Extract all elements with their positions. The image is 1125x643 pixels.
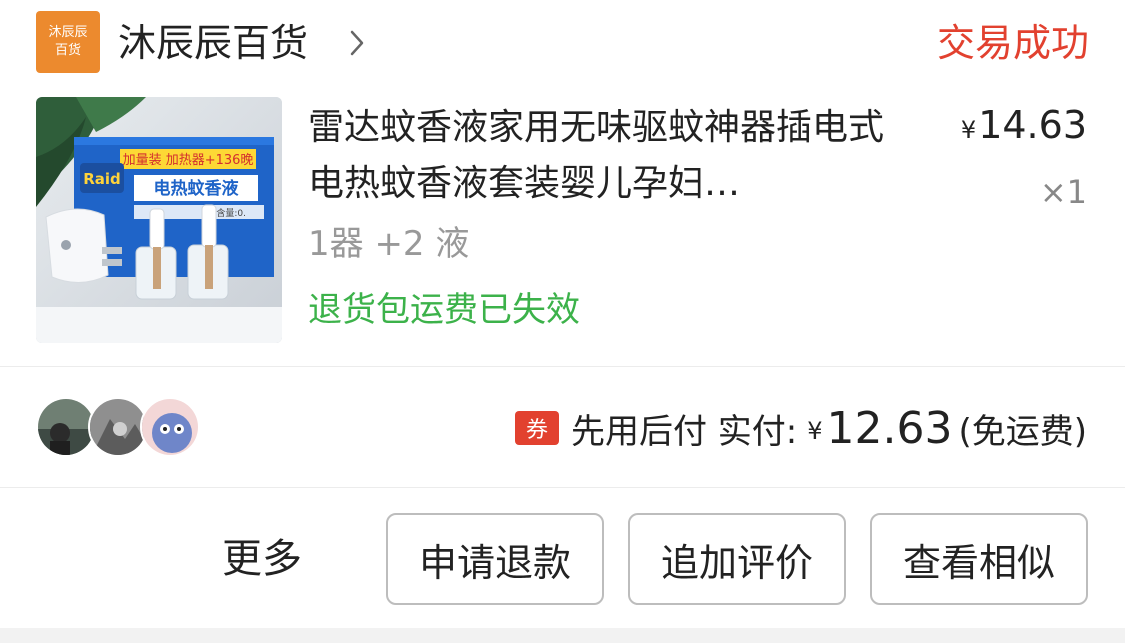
price-value: 14.63 bbox=[978, 103, 1087, 147]
add-review-button[interactable]: 追加评价 bbox=[628, 513, 846, 605]
product-price: ¥14.63 bbox=[961, 102, 1087, 153]
payment-summary: 券 先用后付 实付: ¥ 12.63 (免运费) bbox=[514, 400, 1087, 456]
brand-logo: Raid bbox=[83, 170, 121, 188]
avatar bbox=[140, 397, 200, 457]
avatar bbox=[36, 397, 96, 457]
price-currency: ¥ bbox=[960, 116, 977, 144]
product-photo-illustration: 加量装 加热器+136晚 电热蚊香液 Raid 总含量:0. bbox=[36, 97, 282, 343]
box-text-1: 加量装 加热器+136晚 bbox=[123, 153, 254, 168]
divider bbox=[0, 487, 1125, 488]
payment-currency: ¥ bbox=[807, 417, 823, 445]
store-logo[interactable]: 沐辰辰 百货 bbox=[36, 11, 100, 73]
product-sku: 1器 +2 液 bbox=[308, 224, 470, 264]
payment-amount: 12.63 bbox=[826, 402, 953, 454]
page-bottom-strip bbox=[0, 628, 1125, 643]
order-card: 沐辰辰 百货 沐辰辰百货 交易成功 加量装 加热器+136晚 电热蚊香液 Rai… bbox=[0, 0, 1125, 628]
product-image[interactable]: 加量装 加热器+136晚 电热蚊香液 Raid 总含量:0. bbox=[36, 97, 282, 343]
product-quantity: ×1 bbox=[1039, 173, 1087, 211]
view-similar-button[interactable]: 查看相似 bbox=[870, 513, 1088, 605]
order-status: 交易成功 bbox=[936, 21, 1089, 65]
payment-shipping: (免运费) bbox=[958, 411, 1087, 452]
refund-button[interactable]: 申请退款 bbox=[386, 513, 604, 605]
store-logo-text-1: 沐辰辰 bbox=[48, 25, 88, 40]
box-text-2: 电热蚊香液 bbox=[154, 178, 239, 199]
payment-label: 先用后付 实付: bbox=[570, 411, 798, 452]
chevron-right-icon[interactable] bbox=[347, 28, 367, 58]
avatar bbox=[88, 397, 148, 457]
more-link[interactable]: 更多 bbox=[222, 532, 302, 586]
store-logo-text-2: 百货 bbox=[54, 43, 81, 58]
product-title[interactable]: 雷达蚊香液家用无味驱蚊神器插电式电热蚊香液套装婴儿孕妇… bbox=[308, 100, 908, 212]
store-name[interactable]: 沐辰辰百货 bbox=[118, 18, 308, 68]
return-shipping-note: 退货包运费已失效 bbox=[308, 290, 580, 330]
coupon-badge: 券 bbox=[514, 411, 559, 445]
divider bbox=[0, 366, 1125, 367]
